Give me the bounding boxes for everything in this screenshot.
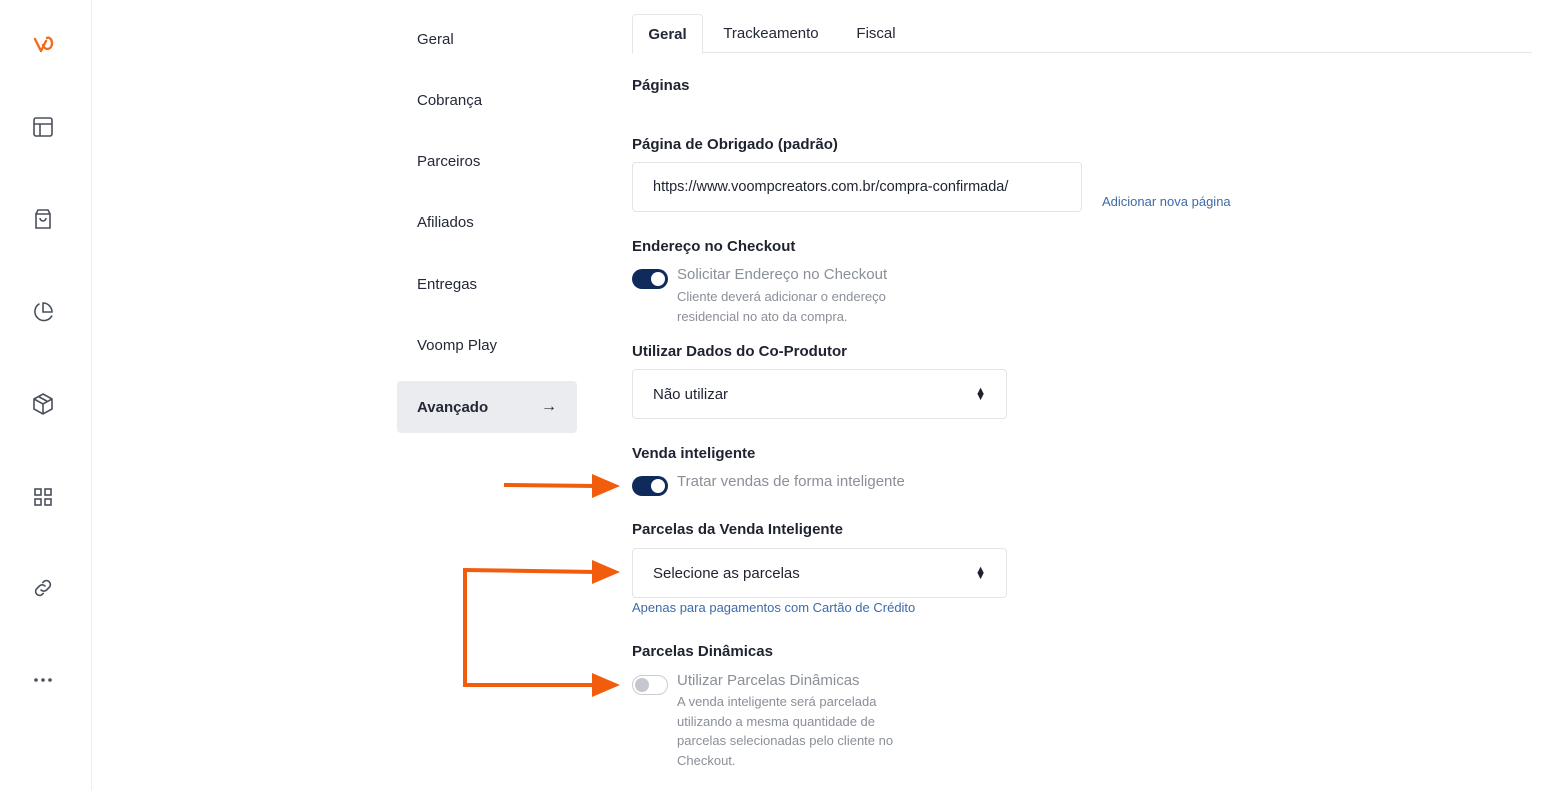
coproducer-select[interactable]: Não utilizar ▲ ▼ — [632, 369, 1007, 419]
tab-label: Fiscal — [856, 25, 896, 42]
more-icon[interactable] — [30, 667, 56, 693]
menu-item-label: Entregas — [417, 275, 478, 293]
desc-line: A venda inteligente será parcelada — [677, 694, 877, 709]
menu-item-label: Voomp Play — [417, 336, 498, 354]
desc-line: Checkout. — [677, 752, 736, 768]
installments-hint: Apenas para pagamentos com Cartão de Cré… — [632, 600, 916, 615]
smart-sale-toggle[interactable] — [632, 476, 668, 496]
menu-item-avancado[interactable]: Avançado → — [397, 381, 577, 433]
desc-line: utilizando a mesma quantidade de — [677, 713, 876, 729]
coproducer-label: Utilizar Dados do Co-Produtor — [632, 343, 847, 360]
logo-icon[interactable] — [31, 32, 57, 58]
desc-line: Cliente deverá adicionar o endereço — [677, 289, 886, 304]
dynamic-installments-label: Parcelas Dinâmicas — [632, 643, 773, 660]
installments-placeholder: Selecione as parcelas — [653, 564, 800, 582]
installments-select[interactable]: Selecione as parcelas ▲ ▼ — [632, 548, 1007, 598]
address-toggle-desc: Cliente deverá adicionar o endereço resi… — [677, 287, 886, 326]
add-page-link[interactable]: Adicionar nova página — [1102, 194, 1231, 209]
tab-trackeamento[interactable]: Trackeamento — [715, 14, 827, 53]
arrow-smart-sale — [503, 483, 597, 488]
menu-item-entregas[interactable]: Entregas — [397, 258, 577, 310]
section-title-paginas: Páginas — [632, 77, 690, 94]
thank-you-page-input[interactable]: https://www.voompcreators.com.br/compra-… — [632, 162, 1082, 212]
icon-sidebar — [0, 0, 92, 790]
box-icon[interactable] — [30, 391, 56, 417]
grid-icon[interactable] — [30, 484, 56, 510]
arrowhead-smart-sale — [592, 474, 620, 498]
menu-item-cobranca[interactable]: Cobrança — [397, 74, 577, 126]
shopping-bag-icon[interactable] — [30, 206, 56, 232]
layout-icon[interactable] — [30, 114, 56, 140]
arrow-bracket — [463, 567, 597, 687]
address-label: Endereço no Checkout — [632, 238, 796, 255]
menu-item-label: Cobrança — [417, 91, 483, 109]
toggle-knob — [651, 479, 665, 493]
arrowhead-dynamic — [592, 673, 620, 697]
link-icon[interactable] — [30, 575, 56, 601]
menu-item-parceiros[interactable]: Parceiros — [397, 135, 577, 187]
sort-caret-icon: ▲ ▼ — [975, 564, 986, 582]
tab-fiscal[interactable]: Fiscal — [846, 14, 906, 53]
menu-item-label: Avançado — [417, 398, 489, 416]
tab-label: Trackeamento — [723, 25, 819, 42]
tab-label: Geral — [648, 25, 687, 43]
tab-geral[interactable]: Geral — [632, 14, 703, 54]
dynamic-installments-toggle[interactable] — [632, 675, 668, 695]
menu-item-voomp-play[interactable]: Voomp Play — [397, 319, 577, 371]
toggle-knob — [651, 272, 665, 286]
arrowhead-installments — [592, 560, 620, 584]
sort-caret-icon: ▲ ▼ — [975, 385, 986, 403]
dynamic-installments-toggle-title: Utilizar Parcelas Dinâmicas — [677, 672, 860, 689]
desc-line: parcelas selecionadas pelo cliente no — [677, 733, 894, 748]
toggle-knob — [635, 678, 649, 692]
smart-sale-toggle-title: Tratar vendas de forma inteligente — [677, 473, 905, 490]
arrow-right-icon: → — [541, 398, 557, 415]
thank-you-page-label: Página de Obrigado (padrão) — [632, 136, 838, 153]
menu-item-afiliados[interactable]: Afiliados — [397, 196, 577, 248]
address-toggle-title: Solicitar Endereço no Checkout — [677, 266, 888, 283]
pie-chart-icon[interactable] — [30, 299, 56, 325]
menu-item-label: Afiliados — [417, 213, 474, 231]
desc-line: residencial no ato da compra. — [677, 308, 848, 324]
menu-item-label: Parceiros — [417, 152, 481, 170]
menu-item-label: Geral — [417, 30, 454, 48]
smart-sale-label: Venda inteligente — [632, 445, 756, 462]
menu-item-geral[interactable]: Geral — [397, 13, 577, 65]
address-toggle[interactable] — [632, 269, 668, 289]
dynamic-installments-desc: A venda inteligente será parcelada utili… — [677, 692, 893, 770]
thank-you-page-value: https://www.voompcreators.com.br/compra-… — [653, 179, 1009, 195]
tab-bar: Geral Trackeamento Fiscal — [632, 14, 1532, 54]
coproducer-value: Não utilizar — [653, 385, 729, 403]
installments-label: Parcelas da Venda Inteligente — [632, 521, 843, 538]
